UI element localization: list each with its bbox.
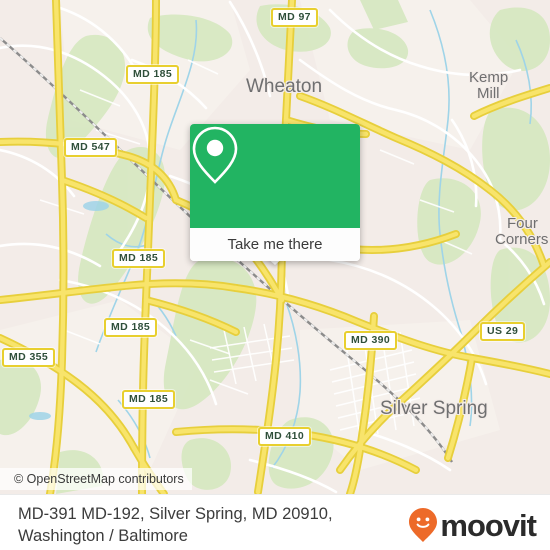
take-me-there-label: Take me there: [227, 236, 323, 253]
place-label-wheaton: Wheaton: [246, 76, 323, 97]
map-pin-icon: [192, 126, 238, 184]
address-line-2: Washington / Baltimore: [18, 527, 188, 545]
take-me-there-button[interactable]: Take me there: [190, 228, 360, 261]
osm-attribution[interactable]: © OpenStreetMap contributors: [0, 468, 192, 490]
highway-shield: MD 390: [344, 331, 398, 350]
highway-shield: MD 410: [258, 427, 312, 446]
footer-bar: MD-391 MD-192, Silver Spring, MD 20910, …: [0, 494, 550, 550]
moovit-wordmark: moovit: [440, 507, 537, 543]
highway-shield: MD 185: [126, 65, 180, 84]
place-label-mill: Mill: [477, 85, 500, 102]
highway-shield: MD 355: [2, 348, 56, 367]
place-label-four: Four: [507, 215, 538, 232]
highway-shield: MD 97: [271, 8, 318, 27]
address-text: MD-391 MD-192, Silver Spring, MD 20910, …: [18, 503, 368, 547]
highway-shield: MD 185: [122, 390, 176, 409]
address-line-1: MD-391 MD-192, Silver Spring, MD 20910,: [18, 505, 333, 523]
popup-header: [190, 124, 360, 228]
highway-shield: US 29: [480, 322, 526, 341]
place-label-kemp: Kemp: [469, 69, 509, 86]
highway-shield: MD 185: [112, 249, 166, 268]
moovit-map-screenshot: MD 97 MD 185 MD 547 MD 185 MD 185 MD 355…: [0, 0, 550, 550]
place-label-corners: Corners: [495, 231, 549, 248]
place-label-silver-spring: Silver Spring: [380, 398, 488, 419]
moovit-smiley-pin-icon: [409, 508, 438, 542]
location-popup-card[interactable]: Take me there: [190, 124, 360, 261]
highway-shield: MD 185: [104, 318, 158, 337]
map-canvas[interactable]: MD 97 MD 185 MD 547 MD 185 MD 185 MD 355…: [0, 0, 550, 494]
highway-shield: MD 547: [64, 138, 118, 157]
moovit-logo[interactable]: moovit: [408, 507, 537, 543]
